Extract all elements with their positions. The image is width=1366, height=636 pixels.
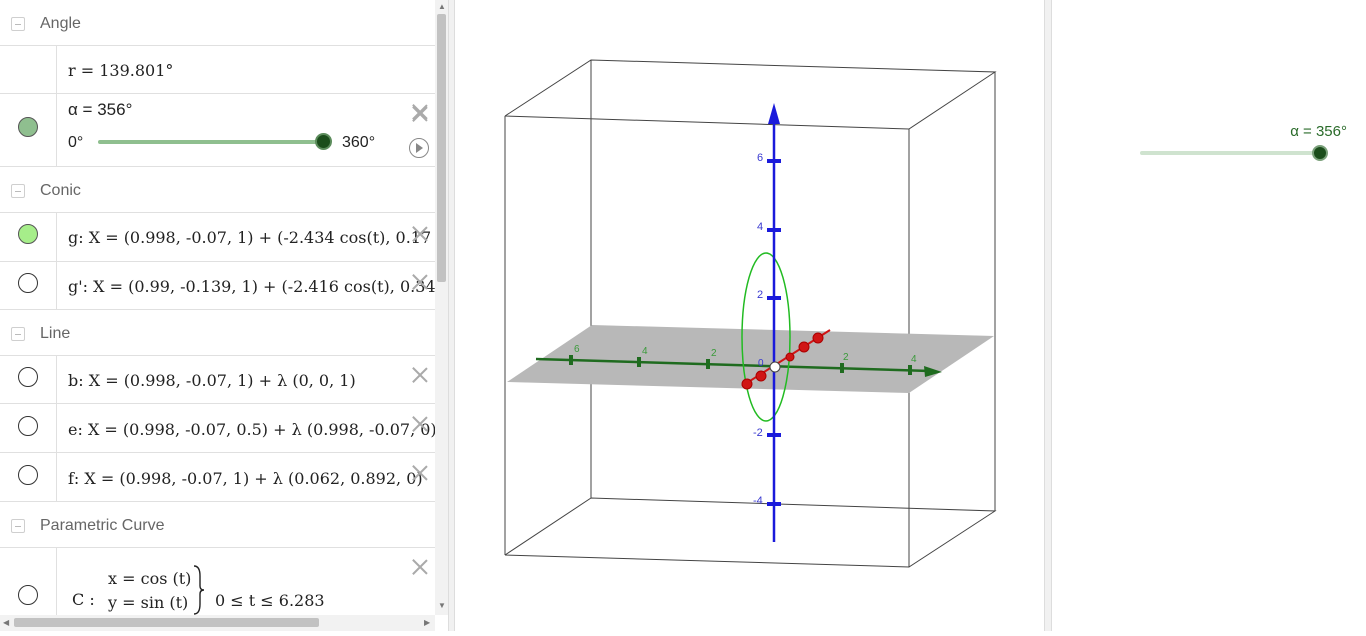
collapse-icon[interactable] [11,327,25,341]
visibility-toggle[interactable] [18,224,38,244]
algebra-row-b[interactable]: b: X = (0.998, -0.07, 1) + λ (0, 0, 1) [0,356,435,404]
marble-column [0,453,57,501]
visibility-toggle[interactable] [18,117,38,137]
marble-column [0,404,57,452]
group-header-conic[interactable]: Conic [0,167,435,213]
z-tick-label: 6 [757,152,763,164]
marble-column [0,548,57,615]
alpha-slider-knob[interactable] [1312,145,1328,161]
scrollbar-thumb[interactable] [437,14,446,282]
marble-column [0,46,57,93]
marble-column [0,262,57,309]
x-tick-label: 4 [642,346,648,357]
algebra-row-gprime[interactable]: g': X = (0.99, -0.139, 1) + (-2.416 cos(… [0,262,435,310]
z-tick-label: 2 [757,289,763,301]
algebra-row-e[interactable]: e: X = (0.998, -0.07, 0.5) + λ (0.998, -… [0,404,435,453]
origin-point[interactable] [769,361,781,373]
algebra-row-c[interactable]: C : x = cos (t) y = sin (t) 0 ≤ t ≤ 6.28… [0,548,435,615]
x-tick-label: 4 [911,354,917,365]
group-header-line[interactable]: Line [0,310,435,356]
x-tick-label: 2 [843,352,849,363]
collapse-icon[interactable] [11,184,25,198]
group-title: Parametric Curve [40,517,165,534]
scroll-left-icon[interactable]: ◀ [3,618,9,627]
horizontal-scrollbar[interactable]: ◀ ▶ [0,615,435,631]
curve-brace [193,565,205,615]
visibility-toggle[interactable] [18,416,38,436]
delete-icon[interactable] [411,273,429,291]
marble-column [0,356,57,403]
algebra-row-g[interactable]: g: X = (0.998, -0.07, 1) + (-2.434 cos(t… [0,213,435,262]
marble-column [0,94,57,166]
row-expression[interactable]: g: X = (0.998, -0.07, 1) + (-2.434 cos(t… [68,228,435,247]
algebra-list: Angle r = 139.801° α = 356° 0° 360° Coni… [0,0,435,615]
row-expression[interactable]: e: X = (0.998, -0.07, 0.5) + λ (0.998, -… [68,420,435,439]
visibility-toggle[interactable] [18,367,38,387]
curve-y-equation[interactable]: y = sin (t) [108,593,188,612]
row-expression[interactable]: g': X = (0.99, -0.139, 1) + (-2.416 cos(… [68,277,435,296]
slider-min-label: 0° [68,134,84,151]
scroll-right-icon[interactable]: ▶ [424,618,430,627]
group-header-angle[interactable]: Angle [0,0,435,46]
view-divider[interactable] [1044,0,1052,631]
graphics-3d-view[interactable]: 6 4 2 2 4 6 4 2 -2 -4 0 [455,0,1044,631]
delete-icon[interactable] [411,558,429,576]
z-tick-label: 4 [757,221,763,233]
collapse-icon[interactable] [11,17,25,31]
scroll-down-icon[interactable]: ▼ [438,601,446,610]
alpha-slider-knob[interactable] [315,133,332,150]
alpha-slider-track[interactable] [98,140,324,144]
group-header-parametric-curve[interactable]: Parametric Curve [0,502,435,548]
curve-range: 0 ≤ t ≤ 6.283 [215,591,325,610]
vertical-scrollbar[interactable]: ▲ ▼ [435,0,448,615]
graphics-view[interactable]: α = 356° [1052,0,1366,631]
x-tick-label: 6 [574,344,580,355]
slider-label[interactable]: α = 356° [1290,123,1347,140]
visibility-toggle[interactable] [18,273,38,293]
scroll-up-icon[interactable]: ▲ [438,2,446,11]
delete-icon[interactable] [411,105,429,123]
algebra-row-r[interactable]: r = 139.801° [0,46,435,94]
scrollbar-thumb[interactable] [14,618,319,627]
x-tick-label: 2 [711,348,717,359]
row-expression[interactable]: f: X = (0.998, -0.07, 1) + λ (0.062, 0.8… [68,469,423,488]
origin-label: 0 [758,358,764,369]
visibility-toggle[interactable] [18,465,38,485]
curve-name: C : [72,590,95,609]
alpha-slider-track[interactable] [1140,151,1320,155]
row-expression[interactable]: b: X = (0.998, -0.07, 1) + λ (0, 0, 1) [68,371,356,390]
slider-max-label: 360° [342,134,376,151]
group-title: Conic [40,182,81,199]
delete-icon[interactable] [411,366,429,384]
scene-3d[interactable]: 6 4 2 2 4 6 4 2 -2 -4 0 [455,0,1044,631]
visibility-toggle[interactable] [18,585,38,605]
collapse-icon[interactable] [11,519,25,533]
view-divider[interactable] [448,0,455,631]
row-expression[interactable]: α = 356° [68,100,132,120]
algebra-view: Angle r = 139.801° α = 356° 0° 360° Coni… [0,0,448,631]
delete-icon[interactable] [411,225,429,243]
bounding-box [504,59,997,568]
play-icon[interactable] [409,138,429,158]
z-axis-arrow-icon [768,103,780,124]
delete-icon[interactable] [411,464,429,482]
group-title: Angle [40,15,81,32]
z-tick-label: -4 [753,495,763,507]
row-expression[interactable]: r = 139.801° [68,61,173,80]
curve-x-equation[interactable]: x = cos (t) [108,569,191,588]
algebra-row-alpha[interactable]: α = 356° 0° 360° [0,94,435,167]
z-tick-label: -2 [753,427,763,439]
marble-column [0,213,57,261]
delete-icon[interactable] [411,415,429,433]
algebra-row-f[interactable]: f: X = (0.998, -0.07, 1) + λ (0.062, 0.8… [0,453,435,502]
group-title: Line [40,325,71,342]
